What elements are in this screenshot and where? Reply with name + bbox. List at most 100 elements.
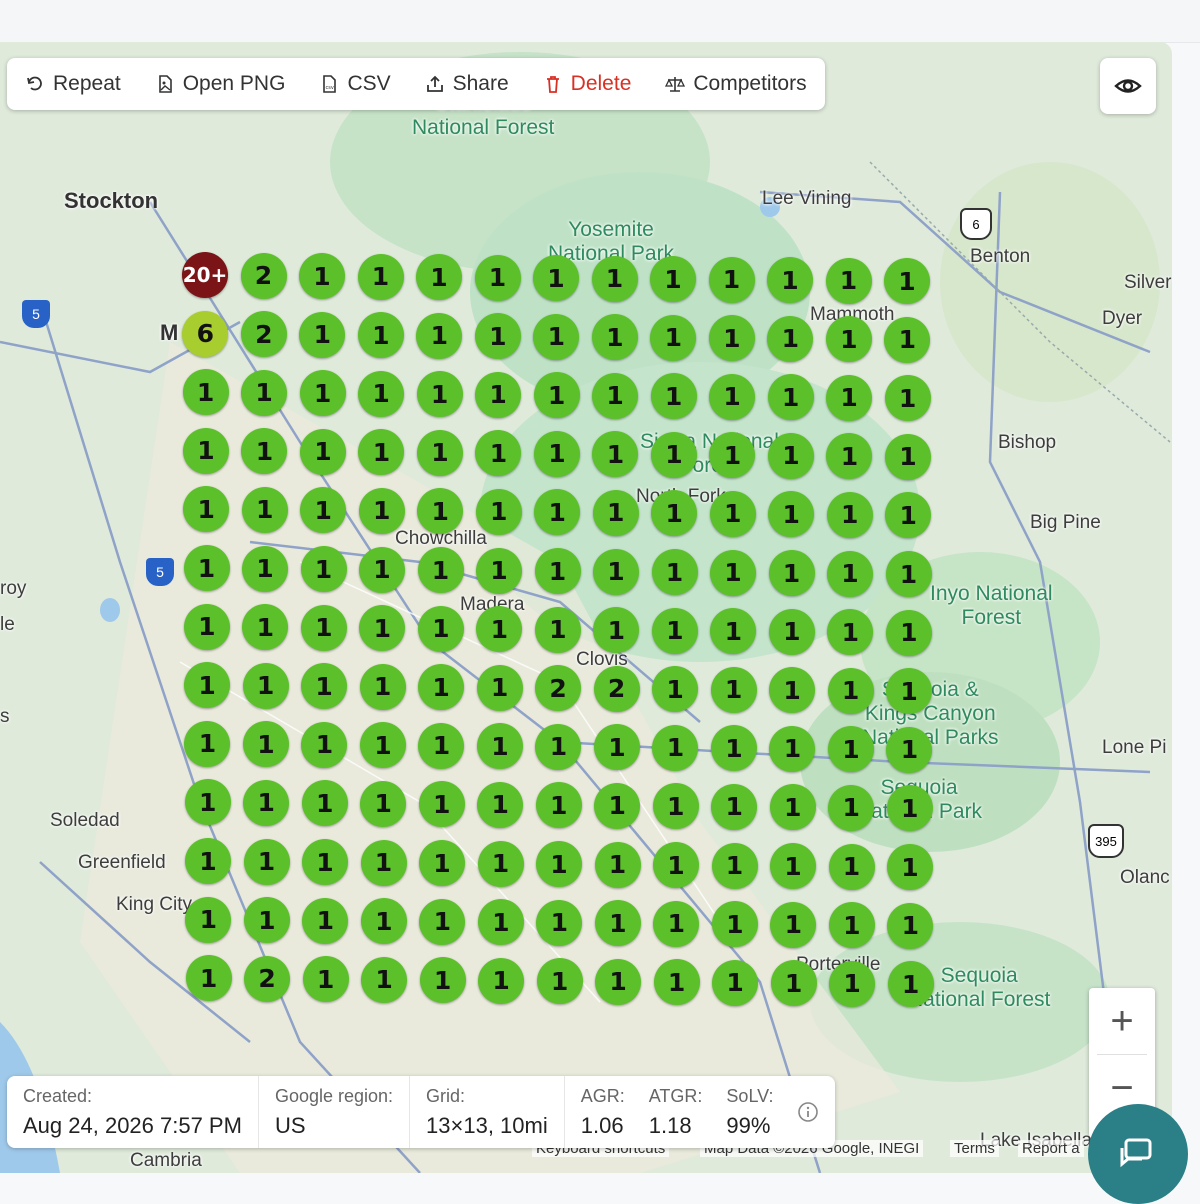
rank-pin[interactable]: 1: [241, 486, 288, 533]
rank-pin[interactable]: 1: [533, 430, 580, 477]
rank-pin[interactable]: 1: [827, 550, 873, 597]
rank-pin[interactable]: 1: [183, 545, 230, 591]
zoom-in-button[interactable]: +: [1089, 988, 1155, 1054]
map-view[interactable]: Stockton M st Lee Vining Benton Silver D…: [0, 42, 1172, 1173]
rank-pin[interactable]: 1: [768, 550, 815, 596]
share-button[interactable]: Share: [425, 72, 509, 96]
rank-pin[interactable]: 1: [419, 957, 466, 1004]
rank-pin[interactable]: 1: [709, 373, 756, 420]
rank-pin[interactable]: 1: [592, 372, 639, 419]
rank-pin[interactable]: 1: [887, 961, 934, 1008]
rank-pin[interactable]: 1: [709, 490, 756, 537]
rank-pin[interactable]: 1: [419, 840, 465, 886]
rank-pin[interactable]: 1: [710, 725, 757, 772]
rank-pin[interactable]: 1: [419, 898, 466, 945]
rank-pin[interactable]: 1: [478, 957, 525, 1004]
rank-pin[interactable]: 1: [592, 489, 639, 536]
rank-pin[interactable]: 1: [826, 491, 873, 538]
rank-pin[interactable]: 1: [650, 256, 696, 302]
rank-pin[interactable]: 1: [767, 315, 814, 362]
rank-pin[interactable]: 1: [475, 488, 522, 535]
rank-pin[interactable]: 1: [475, 371, 522, 418]
rank-pin[interactable]: 1: [300, 546, 347, 592]
rank-pin[interactable]: 1: [302, 956, 349, 1003]
rank-pin[interactable]: 1: [477, 899, 524, 946]
rank-pin[interactable]: 1: [827, 726, 874, 773]
rank-pin[interactable]: 1: [886, 668, 933, 715]
rank-pin[interactable]: 1: [769, 784, 816, 831]
rank-pin[interactable]: 1: [594, 900, 641, 947]
rank-pin[interactable]: 1: [476, 723, 523, 770]
rank-pin[interactable]: 1: [184, 662, 231, 709]
rank-pin[interactable]: 1: [358, 370, 405, 417]
rank-pin[interactable]: 1: [536, 841, 582, 887]
rank-pin[interactable]: 2: [244, 955, 291, 1002]
rank-pin[interactable]: 1: [710, 549, 756, 596]
rank-pin[interactable]: 1: [885, 609, 932, 656]
rank-pin[interactable]: 1: [536, 899, 583, 946]
rank-pin[interactable]: 1: [769, 667, 816, 714]
rank-pin[interactable]: 1: [652, 724, 699, 771]
rank-pin[interactable]: 1: [241, 369, 288, 416]
rank-pin[interactable]: 1: [474, 254, 521, 301]
rank-pin[interactable]: 1: [182, 369, 229, 416]
rank-pin[interactable]: 1: [652, 783, 699, 830]
rank-pin[interactable]: 1: [884, 375, 931, 422]
rank-pin[interactable]: 1: [708, 315, 755, 362]
delete-button[interactable]: Delete: [543, 72, 631, 96]
rank-pin[interactable]: 1: [418, 781, 465, 828]
chat-button[interactable]: [1088, 1104, 1188, 1204]
rank-pin[interactable]: 1: [299, 253, 345, 299]
rank-pin[interactable]: 1: [476, 664, 523, 711]
rank-pin[interactable]: 1: [360, 780, 407, 827]
rank-pin[interactable]: 1: [534, 548, 581, 594]
rank-pin[interactable]: 1: [301, 721, 348, 768]
rank-pin[interactable]: 1: [594, 782, 641, 829]
rank-pin[interactable]: 1: [416, 254, 462, 300]
rank-pin[interactable]: 1: [534, 606, 581, 653]
rank-pin[interactable]: 1: [827, 667, 874, 714]
rank-pin[interactable]: 1: [770, 960, 817, 1007]
rank-pin[interactable]: 1: [595, 958, 642, 1005]
rank-pin[interactable]: 1: [828, 843, 875, 890]
rank-pin[interactable]: 1: [417, 547, 464, 593]
rank-pin[interactable]: 1: [767, 257, 813, 303]
rank-pin[interactable]: 1: [767, 432, 814, 479]
rank-pin[interactable]: 1: [650, 431, 697, 478]
rank-pin[interactable]: 20+: [182, 252, 228, 298]
rank-pin[interactable]: 1: [359, 663, 406, 710]
rank-pin[interactable]: 1: [302, 897, 349, 944]
rank-pin[interactable]: 1: [533, 372, 580, 419]
rank-pin[interactable]: 2: [593, 665, 640, 712]
rank-pin[interactable]: 1: [360, 898, 407, 945]
rank-pin[interactable]: 2: [240, 252, 287, 299]
rank-pin[interactable]: 1: [769, 725, 816, 772]
competitors-button[interactable]: Competitors: [665, 72, 807, 96]
rank-pin[interactable]: 1: [767, 374, 814, 421]
rank-pin[interactable]: 1: [299, 311, 346, 358]
rank-pin[interactable]: 1: [593, 724, 640, 771]
rank-pin[interactable]: 2: [240, 311, 287, 358]
rank-pin[interactable]: 1: [474, 313, 521, 360]
rank-pin[interactable]: 1: [653, 900, 700, 947]
rank-pin[interactable]: 1: [887, 902, 934, 949]
csv-button[interactable]: csv CSV: [319, 72, 391, 96]
rank-pin[interactable]: 1: [359, 722, 406, 769]
rank-pin[interactable]: 1: [829, 960, 876, 1007]
rank-pin[interactable]: 1: [711, 842, 758, 889]
visibility-toggle-button[interactable]: [1100, 58, 1156, 114]
rank-pin[interactable]: 1: [418, 722, 465, 769]
rank-pin[interactable]: 1: [299, 428, 346, 475]
rank-pin[interactable]: 1: [416, 312, 463, 359]
info-icon[interactable]: [797, 1101, 819, 1123]
open-png-button[interactable]: Open PNG: [155, 72, 285, 96]
rank-pin[interactable]: 1: [243, 779, 290, 826]
rank-pin[interactable]: 1: [358, 487, 405, 534]
rank-pin[interactable]: 1: [711, 783, 758, 830]
rank-pin[interactable]: 1: [361, 956, 408, 1003]
rank-pin[interactable]: 1: [360, 839, 407, 886]
rank-pin[interactable]: 1: [652, 666, 699, 713]
rank-pin[interactable]: 1: [301, 663, 348, 710]
rank-pin[interactable]: 1: [650, 314, 697, 361]
rank-pin[interactable]: 1: [887, 844, 933, 890]
